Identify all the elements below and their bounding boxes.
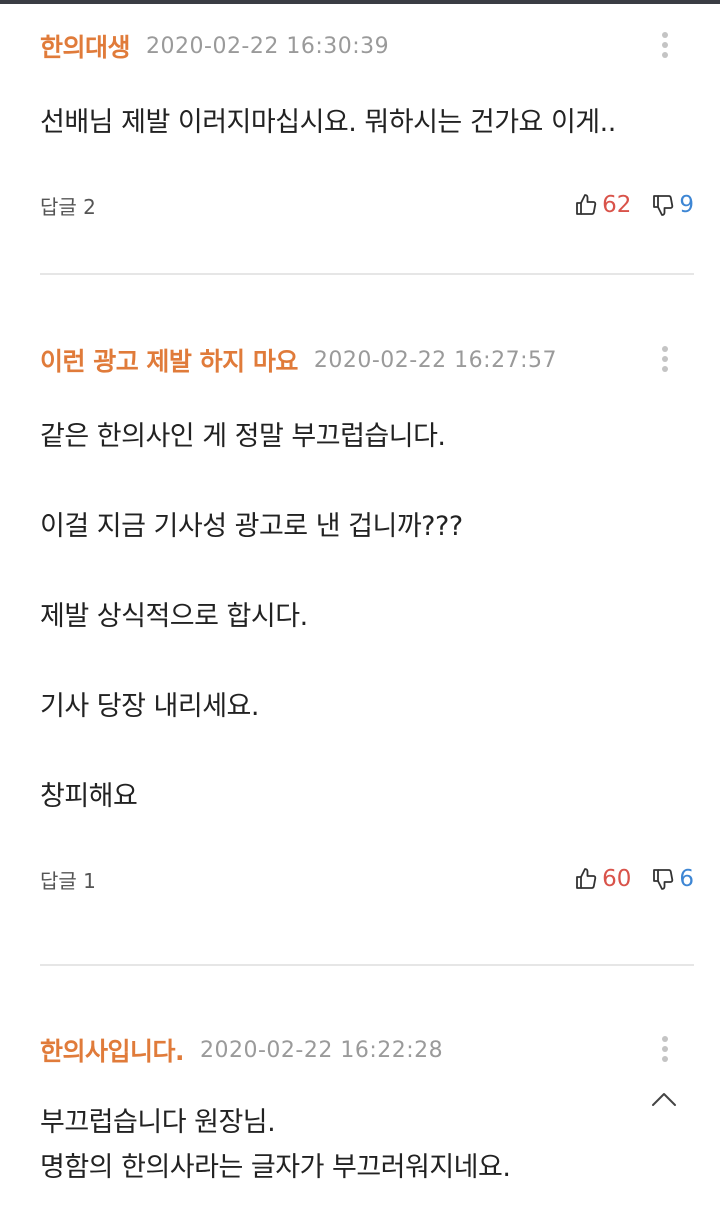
comment-item: 한의대생 2020-02-22 16:30:39 선배님 제발 이러지마십시요.…: [40, 26, 694, 225]
reply-button[interactable]: 답글 2: [40, 191, 96, 220]
comment-line: 명함의 한의사라는 글자가 부끄러워지네요.: [40, 1152, 511, 1183]
comment-line: 같은 한의사인 게 정말 부끄럽습니다.: [40, 421, 446, 452]
comment-footer: 답글 2 62 9: [40, 185, 694, 225]
comment-item: 한의사입니다. 2020-02-22 16:22:28 부끄럽습니다 원장님. …: [40, 1030, 694, 1190]
comment-body: 부끄럽습니다 원장님. 명함의 한의사라는 글자가 부끄러워지네요.: [40, 1100, 694, 1190]
comment-timestamp: 2020-02-22 16:27:57: [313, 347, 557, 373]
reply-button[interactable]: 답글 1: [40, 865, 96, 894]
comment-footer: 답글 1 60 6: [40, 859, 694, 899]
comment-body: 같은 한의사인 게 정말 부끄럽습니다. 이걸 지금 기사성 광고로 낸 겁니까…: [40, 414, 694, 819]
thumbs-up-icon: [576, 868, 597, 889]
vote-group: 60 6: [574, 859, 694, 899]
comment-header: 이런 광고 제발 하지 마요 2020-02-22 16:27:57: [40, 340, 694, 380]
like-count: 60: [602, 866, 632, 892]
comment-body: 선배님 제발 이러지마십시요. 뭐하시는 건가요 이게..: [40, 100, 694, 145]
like-button[interactable]: 62: [574, 192, 631, 218]
comment-item: 이런 광고 제발 하지 마요 2020-02-22 16:27:57 같은 한의…: [40, 340, 694, 899]
dislike-button[interactable]: 9: [651, 192, 694, 218]
comment-line: 부끄럽습니다 원장님.: [40, 1107, 276, 1138]
comment-divider: [40, 964, 694, 966]
more-vertical-icon[interactable]: [658, 32, 672, 62]
like-count: 62: [602, 192, 632, 218]
more-vertical-icon[interactable]: [658, 1036, 672, 1066]
dislike-button[interactable]: 6: [651, 866, 694, 892]
comment-line: 제발 상식적으로 합시다.: [40, 601, 308, 632]
comment-timestamp: 2020-02-22 16:30:39: [146, 33, 390, 59]
comment-timestamp: 2020-02-22 16:22:28: [200, 1037, 444, 1063]
dislike-count: 9: [679, 192, 694, 218]
window-top-edge: [0, 0, 720, 4]
comment-divider: [40, 273, 694, 275]
dislike-count: 6: [679, 866, 694, 892]
comment-line: 선배님 제발 이러지마십시요. 뭐하시는 건가요 이게..: [40, 107, 616, 138]
comment-header: 한의대생 2020-02-22 16:30:39: [40, 26, 694, 66]
comment-line: 이걸 지금 기사성 광고로 낸 겁니까???: [40, 511, 463, 542]
thumbs-down-icon: [653, 195, 674, 216]
chevron-up-icon[interactable]: [650, 1088, 678, 1112]
comment-line: 기사 당장 내리세요.: [40, 691, 259, 722]
comment-author[interactable]: 한의사입니다.: [40, 1032, 185, 1068]
comment-author[interactable]: 이런 광고 제발 하지 마요: [40, 342, 298, 378]
comment-line: 창피해요: [40, 781, 138, 812]
like-button[interactable]: 60: [574, 866, 631, 892]
thumbs-up-icon: [576, 194, 597, 215]
comment-author[interactable]: 한의대생: [40, 28, 131, 64]
comment-header: 한의사입니다. 2020-02-22 16:22:28: [40, 1030, 694, 1070]
vote-group: 62 9: [574, 185, 694, 225]
thumbs-down-icon: [653, 869, 674, 890]
more-vertical-icon[interactable]: [658, 346, 672, 376]
